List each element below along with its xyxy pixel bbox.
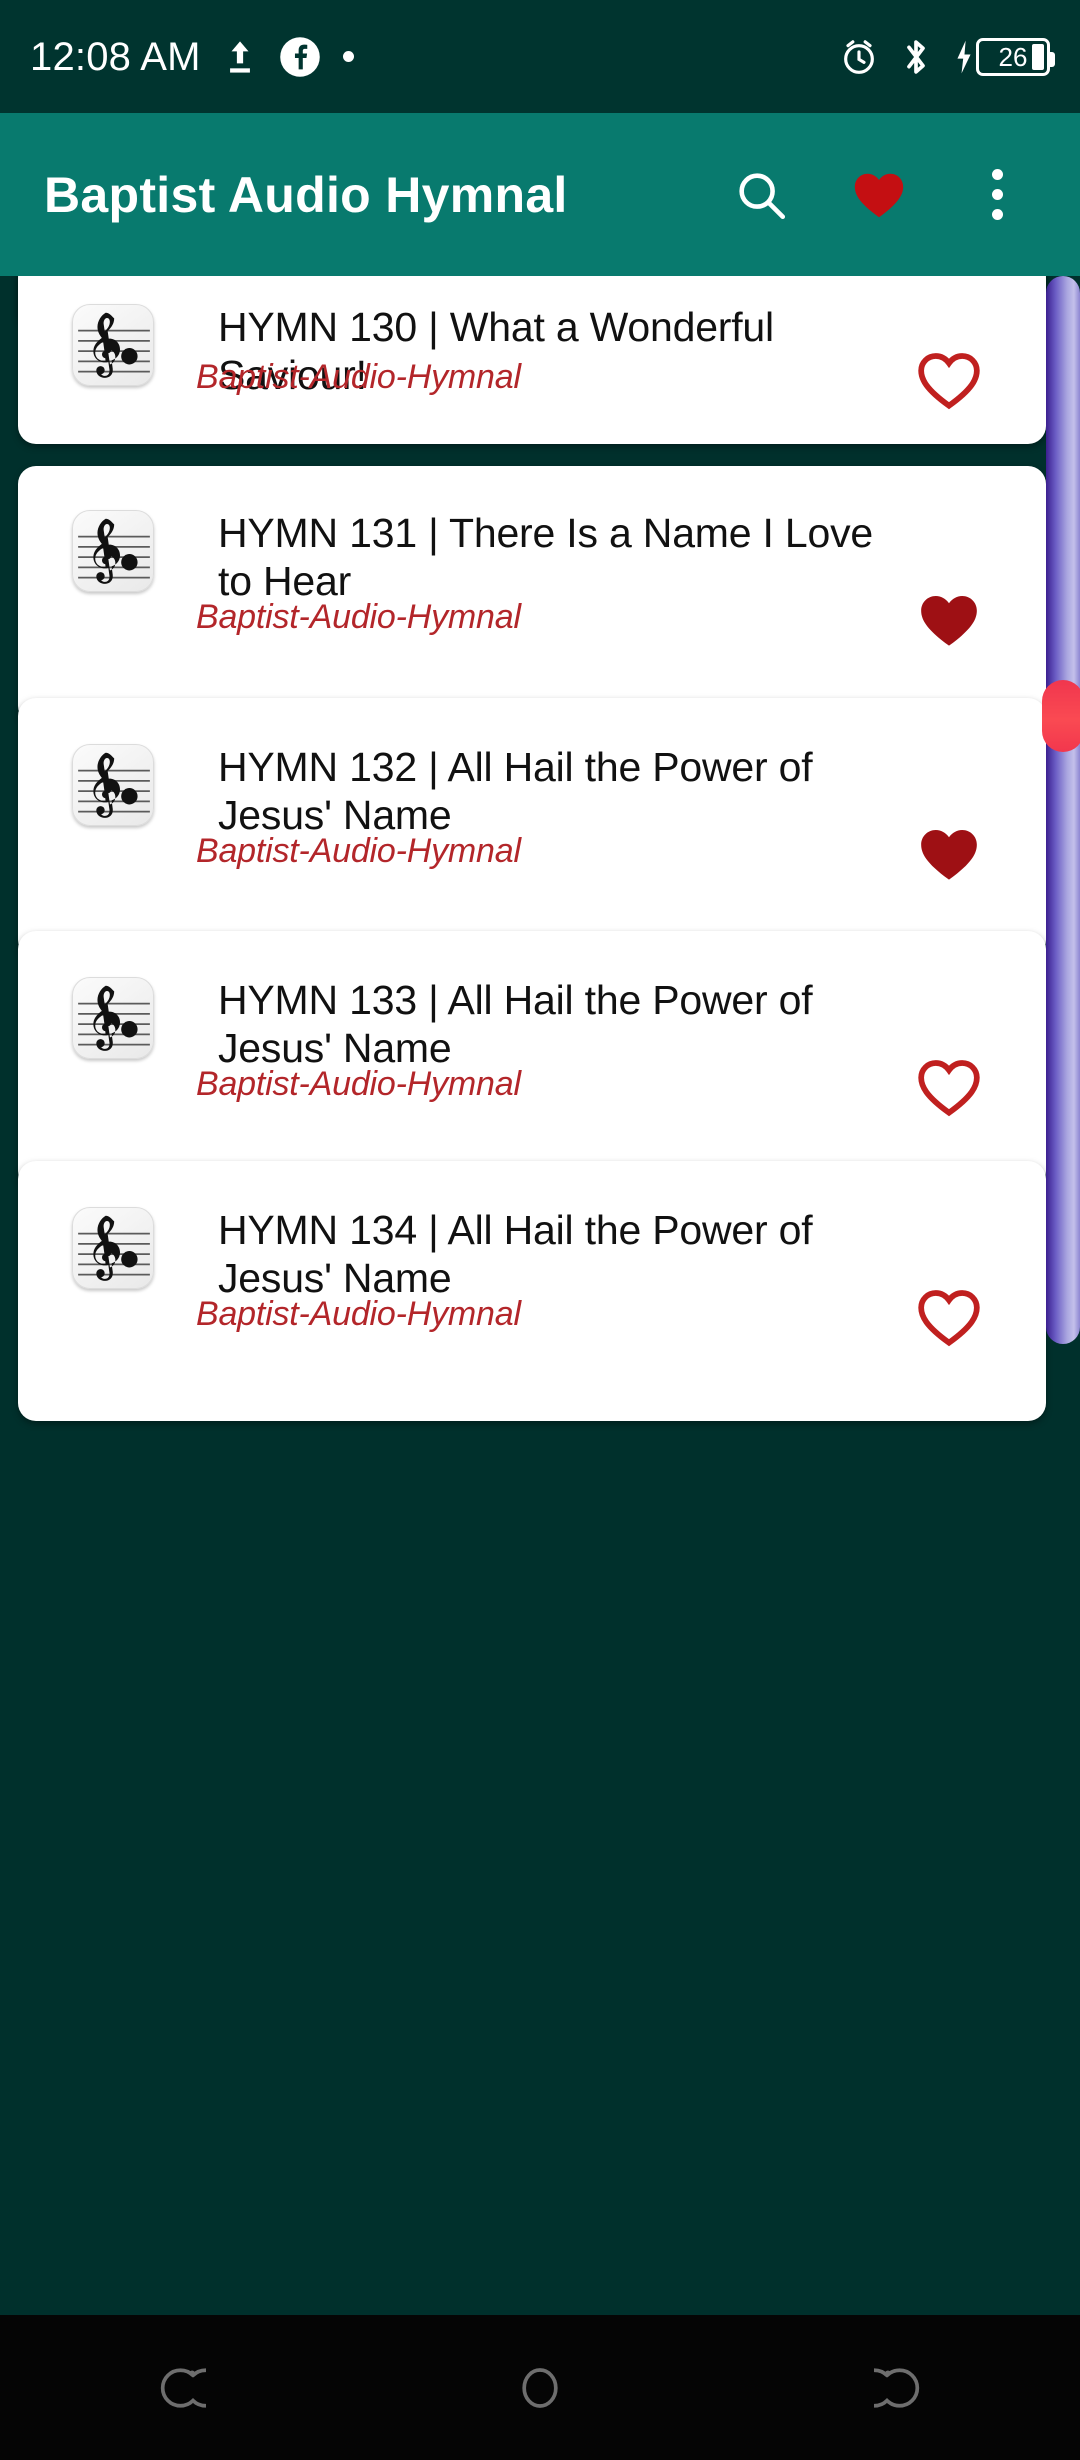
favorites-heart-icon[interactable] [848, 164, 910, 226]
battery-body: 26 [976, 37, 1055, 76]
favorite-outline-icon[interactable] [914, 1053, 984, 1119]
music-note-icon [72, 304, 154, 386]
scrollbar-thumb[interactable] [1042, 680, 1080, 752]
battery-percent-label: 26 [998, 41, 1028, 72]
kebab-dot [991, 209, 1003, 220]
app-bar-actions [730, 164, 1036, 226]
favorite-filled-icon[interactable] [914, 586, 984, 652]
page-title: Baptist Audio Hymnal [44, 166, 568, 223]
phone-screen: 12:08 AM 26 Baptist Audio Hymnal HYMN 13… [0, 0, 1080, 2460]
kebab-dots [991, 169, 1003, 220]
music-note-icon [72, 1207, 154, 1289]
list-item-body: HYMN 131 | There Is a Name I Love to Hea… [18, 466, 1046, 724]
recents-icon[interactable] [120, 2343, 240, 2433]
music-note-icon [72, 510, 154, 592]
bluetooth-icon [899, 36, 933, 78]
list-item[interactable]: HYMN 133 | All Hail the Power of Jesus' … [18, 931, 1046, 1189]
favorite-outline-icon[interactable] [914, 1283, 984, 1349]
list-item-title: HYMN 134 | All Hail the Power of Jesus' … [218, 1207, 813, 1301]
kebab-dot [991, 189, 1003, 200]
list-item[interactable]: HYMN 131 | There Is a Name I Love to Hea… [18, 466, 1046, 724]
list-item-body: HYMN 130 | What a Wonderful Saviour! Bap… [18, 276, 1046, 444]
upload-icon [223, 37, 257, 77]
back-icon[interactable] [840, 2343, 960, 2433]
status-bar-right: 26 [839, 36, 1055, 78]
list-item-subtitle: Baptist-Audio-Hymnal [196, 598, 521, 636]
home-icon[interactable] [480, 2343, 600, 2433]
list-item[interactable]: HYMN 132 | All Hail the Power of Jesus' … [18, 698, 1046, 958]
list-item-title: HYMN 131 | There Is a Name I Love to Hea… [218, 510, 874, 604]
status-clock: 12:08 AM [30, 34, 201, 79]
list-item-body: HYMN 133 | All Hail the Power of Jesus' … [18, 931, 1046, 1189]
alarm-icon [839, 37, 879, 77]
list-item-title: HYMN 132 | All Hail the Power of Jesus' … [218, 744, 813, 838]
list-item-subtitle: Baptist-Audio-Hymnal [196, 832, 521, 870]
list-item-body: HYMN 132 | All Hail the Power of Jesus' … [18, 698, 1046, 958]
app-bar: Baptist Audio Hymnal [0, 113, 1080, 276]
favorite-filled-icon[interactable] [914, 820, 984, 886]
list-item-subtitle: Baptist-Audio-Hymnal [196, 1295, 521, 1333]
facebook-icon [279, 36, 321, 78]
status-bar: 12:08 AM 26 [0, 0, 1080, 113]
overflow-menu-icon[interactable] [966, 164, 1028, 226]
hymn-list[interactable]: Baptist-Audio-Hymnal [0, 276, 1080, 2315]
list-item-title: HYMN 133 | All Hail the Power of Jesus' … [218, 977, 813, 1071]
list-item-body: HYMN 134 | All Hail the Power of Jesus' … [18, 1161, 1046, 1421]
list-item-subtitle: Baptist-Audio-Hymnal [196, 1065, 521, 1103]
scrollbar-track[interactable] [1042, 276, 1080, 1344]
kebab-dot [991, 169, 1003, 180]
list-item[interactable]: HYMN 130 | What a Wonderful Saviour! Bap… [18, 276, 1046, 444]
charging-battery-icon: 26 [953, 37, 1055, 76]
list-item[interactable]: HYMN 134 | All Hail the Power of Jesus' … [18, 1161, 1046, 1421]
navigation-bar [0, 2315, 1080, 2460]
favorite-outline-icon[interactable] [914, 346, 984, 412]
battery-fill [1032, 43, 1044, 70]
status-bar-left: 12:08 AM [30, 36, 354, 78]
list-item-subtitle: Baptist-Audio-Hymnal [196, 358, 521, 396]
search-icon[interactable] [730, 164, 792, 226]
notification-dot-icon [342, 51, 354, 62]
music-note-icon [72, 744, 154, 826]
music-note-icon [72, 977, 154, 1059]
